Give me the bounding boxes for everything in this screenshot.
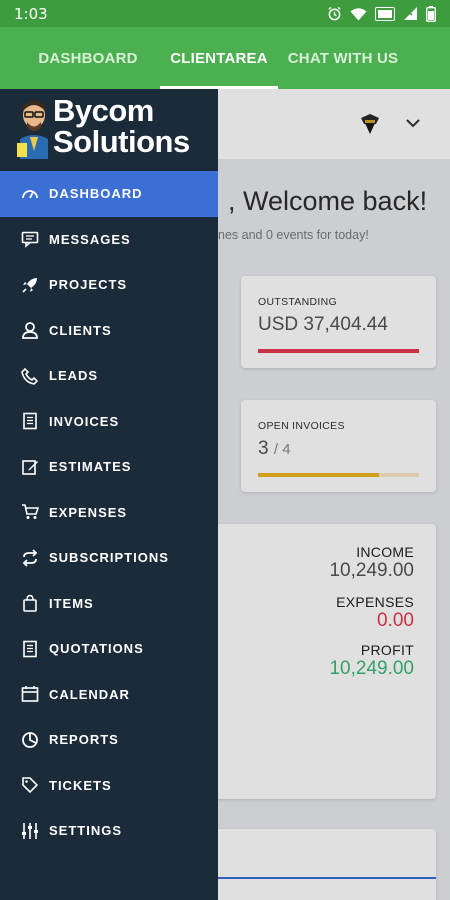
brand-name-line2: Solutions — [53, 124, 190, 159]
document-icon — [21, 640, 39, 658]
welcome-subtitle: nes and 0 events for today! — [218, 228, 369, 242]
sidebar-item-projects[interactable]: PROJECTS — [0, 262, 218, 308]
open-invoices-total: / 4 — [273, 441, 291, 458]
expenses-block: EXPENSES 0.00 — [336, 594, 414, 632]
sidebar-item-tickets[interactable]: TICKETS — [0, 763, 218, 809]
sidebar-item-subscriptions[interactable]: SUBSCRIPTIONS — [0, 535, 218, 581]
sidebar-item-invoices[interactable]: INVOICES — [0, 399, 218, 445]
outstanding-bar — [258, 349, 419, 353]
wifi-icon — [350, 7, 367, 20]
expenses-value: 0.00 — [377, 610, 414, 631]
phone-icon — [21, 367, 39, 385]
sidebar-item-leads[interactable]: LEADS — [0, 353, 218, 399]
rocket-icon — [21, 276, 39, 294]
finance-summary-card: INCOME 10,249.00 EXPENSES 0.00 PROFIT 10… — [200, 524, 436, 799]
top-tab-bar: DASHBOARD CLIENTAREA CHAT WITH US — [0, 27, 450, 89]
refresh-icon — [21, 549, 39, 567]
expenses-label: EXPENSES — [336, 594, 414, 610]
status-bar: 1:03 — [0, 0, 450, 27]
chevron-down-icon[interactable] — [404, 114, 422, 132]
outstanding-card[interactable]: OUTSTANDING USD 37,404.44 — [241, 276, 436, 368]
open-invoices-count: 3 — [258, 438, 269, 459]
alarm-icon — [328, 6, 341, 21]
messages-icon — [21, 230, 39, 249]
sidebar-item-label: INVOICES — [49, 413, 120, 429]
brand-avatar-icon — [17, 100, 48, 159]
outstanding-label: OUTSTANDING — [258, 296, 337, 308]
dashboard-icon — [21, 185, 39, 203]
user-icon — [21, 321, 39, 340]
cart-icon — [21, 503, 39, 521]
sidebar-item-reports[interactable]: REPORTS — [0, 717, 218, 763]
sidebar-item-expenses[interactable]: EXPENSES — [0, 490, 218, 536]
open-invoices-progress — [258, 473, 419, 477]
sidebar-item-label: TICKETS — [49, 777, 112, 793]
sidebar-item-estimates[interactable]: ESTIMATES — [0, 444, 218, 490]
drawer-menu: DASHBOARD MESSAGES PROJECTS CLIENTS LEAD… — [0, 171, 218, 854]
open-invoices-label: OPEN INVOICES — [258, 420, 345, 432]
profit-block: PROFIT 10,249.00 — [329, 642, 414, 680]
open-invoices-value: 3 / 4 — [258, 438, 291, 460]
sidebar-item-label: QUOTATIONS — [49, 641, 144, 657]
sidebar-item-label: REPORTS — [49, 732, 119, 748]
sidebar-item-label: SUBSCRIPTIONS — [49, 550, 169, 566]
status-time: 1:03 — [14, 4, 48, 23]
brand-header: Bycom Solutions — [0, 89, 218, 171]
settings-icon — [21, 822, 39, 840]
sidebar-item-label: PROJECTS — [49, 277, 128, 293]
income-value: 10,249.00 — [329, 560, 414, 581]
bag-icon — [21, 594, 39, 613]
status-icons — [327, 5, 436, 22]
sidebar-item-settings[interactable]: SETTINGS — [0, 808, 218, 854]
income-block: INCOME 10,249.00 — [329, 544, 414, 582]
edit-icon — [21, 458, 39, 476]
open-invoices-card[interactable]: OPEN INVOICES 3 / 4 — [241, 400, 436, 492]
tab-chat-with-us[interactable]: CHAT WITH US — [278, 27, 408, 89]
sidebar-item-clients[interactable]: CLIENTS — [0, 308, 218, 354]
sidebar-item-label: SETTINGS — [49, 823, 123, 839]
open-invoices-progress-fill — [258, 473, 379, 477]
welcome-title: , Welcome back! — [228, 186, 428, 216]
profit-label: PROFIT — [360, 642, 414, 658]
profit-value: 10,249.00 — [329, 658, 414, 679]
sidebar-item-label: ITEMS — [49, 595, 94, 611]
sidebar-item-messages[interactable]: MESSAGES — [0, 217, 218, 263]
sidebar-item-label: ESTIMATES — [49, 459, 132, 475]
ticket-icon — [21, 776, 39, 794]
invoice-icon — [21, 412, 39, 430]
bottom-card-tab-indicator — [200, 877, 436, 879]
bottom-card — [200, 829, 436, 900]
signal-icon — [404, 7, 417, 20]
sidebar-item-label: LEADS — [49, 368, 99, 384]
sidebar-item-label: EXPENSES — [49, 504, 128, 520]
reports-icon — [21, 731, 39, 749]
tab-clientarea[interactable]: CLIENTAREA — [160, 27, 278, 89]
navigation-drawer: Bycom Solutions DASHBOARD MESSAGES PROJE… — [0, 89, 218, 900]
brand-name: Bycom Solutions — [53, 95, 190, 157]
sidebar-item-label: CLIENTS — [49, 322, 112, 338]
sidebar-item-label: CALENDAR — [49, 686, 130, 702]
income-label: INCOME — [356, 544, 414, 560]
sidebar-item-label: MESSAGES — [49, 231, 131, 247]
volte-icon — [375, 6, 395, 21]
calendar-icon — [21, 685, 39, 703]
sidebar-item-items[interactable]: ITEMS — [0, 581, 218, 627]
tab-dashboard[interactable]: DASHBOARD — [0, 27, 160, 89]
sidebar-item-quotations[interactable]: QUOTATIONS — [0, 626, 218, 672]
sidebar-item-dashboard[interactable]: DASHBOARD — [0, 171, 218, 217]
brand-name-line1: Bycom — [53, 93, 154, 128]
company-logo-icon[interactable] — [358, 112, 382, 136]
sidebar-item-label: DASHBOARD — [49, 186, 143, 202]
outstanding-value: USD 37,404.44 — [258, 314, 388, 335]
sidebar-item-calendar[interactable]: CALENDAR — [0, 672, 218, 718]
battery-icon — [426, 5, 436, 22]
